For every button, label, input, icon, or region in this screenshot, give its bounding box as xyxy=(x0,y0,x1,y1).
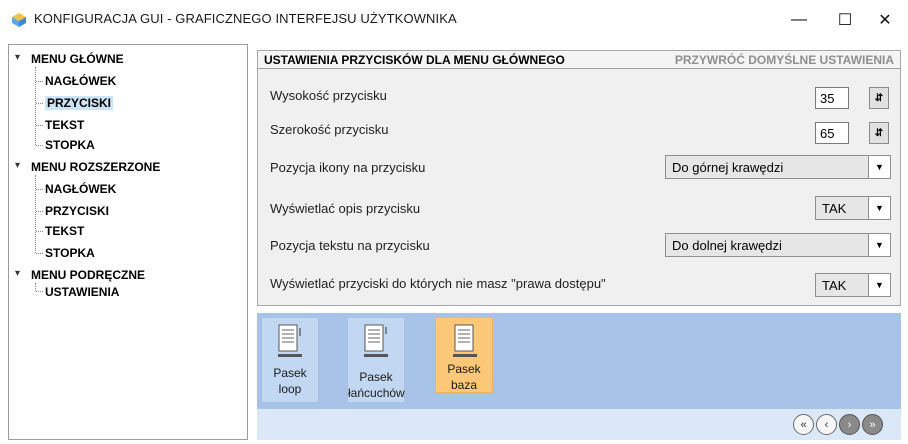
tile-label-line2: loop xyxy=(278,382,302,396)
tree-item-stopka[interactable]: STOPKA xyxy=(45,246,95,260)
collapse-icon[interactable]: ▾ xyxy=(15,268,20,279)
tree-group-menu-rozszerzone[interactable]: MENU ROZSZERZONE xyxy=(31,160,160,174)
chevron-left-icon: ‹ xyxy=(824,418,829,431)
spinner-arrows-icon: ⇵ xyxy=(874,127,884,139)
pager-bar: « ‹ › » xyxy=(257,409,901,440)
title-bar: KONFIGURACJA GUI - GRAFICZNEGO INTERFEJS… xyxy=(0,0,908,40)
next-page-button[interactable]: › xyxy=(839,414,860,435)
double-chevron-left-icon: « xyxy=(800,418,807,431)
tree-connector xyxy=(36,103,43,104)
button-height-label: Wysokość przycisku xyxy=(270,88,387,103)
last-page-button[interactable]: » xyxy=(862,414,883,435)
show-restricted-buttons-select[interactable]: TAK ▼ xyxy=(815,273,891,297)
tree-connector xyxy=(35,283,36,291)
tree-connector xyxy=(35,67,36,145)
tree-item-label: USTAWIENIA xyxy=(45,285,120,299)
window-title: KONFIGURACJA GUI - GRAFICZNEGO INTERFEJS… xyxy=(34,11,457,26)
pasek-baza-button[interactable]: Pasek baza xyxy=(435,317,493,393)
dropdown-arrow-icon: ▼ xyxy=(868,234,890,256)
close-button[interactable]: ✕ xyxy=(862,0,908,40)
tree-item-przyciski[interactable]: PRZYCISKI xyxy=(45,204,109,218)
tree-item-przyciski-selected[interactable]: PRZYCISKI xyxy=(45,96,114,110)
show-restricted-buttons-value: TAK xyxy=(822,278,847,293)
tree-connector xyxy=(36,145,43,146)
tree-connector xyxy=(36,211,43,212)
tile-label-line2: baza xyxy=(450,378,478,392)
show-restricted-buttons-label: Wyświetlać przyciski do których nie masz… xyxy=(270,276,606,291)
tile-label-line1: Pasek xyxy=(447,362,481,376)
dropdown-arrow-icon: ▼ xyxy=(868,274,890,296)
tree-connector xyxy=(36,253,43,254)
app-logo-icon xyxy=(12,13,26,27)
text-position-select[interactable]: Do dolnej krawędzi ▼ xyxy=(665,233,891,257)
text-position-label: Pozycja tekstu na przycisku xyxy=(270,238,430,253)
button-width-input[interactable]: 65 xyxy=(815,122,849,144)
tree-connector xyxy=(36,231,43,232)
tree-item-tekst[interactable]: TEKST xyxy=(45,118,84,132)
text-position-value: Do dolnej krawędzi xyxy=(672,238,782,253)
pasek-lancuchow-button[interactable]: Pasek łańcuchów xyxy=(347,317,405,403)
document-icon xyxy=(453,324,477,357)
spinner-arrows-icon: ⇵ xyxy=(874,92,884,104)
document-icon xyxy=(364,324,388,357)
tree-item-label: PRZYCISKI xyxy=(45,96,114,110)
tree-item-label: TEKST xyxy=(45,224,85,238)
tree-connector xyxy=(36,189,43,190)
tree-group-menu-podreczne[interactable]: MENU PODRĘCZNE xyxy=(31,268,145,282)
tree-connector xyxy=(36,125,43,126)
tree-item-stopka[interactable]: STOPKA xyxy=(45,138,95,152)
button-height-spinner[interactable]: ⇵ xyxy=(869,87,889,109)
dropdown-arrow-icon: ▼ xyxy=(868,197,890,219)
tree-group-menu-glowne[interactable]: MENU GŁÓWNE xyxy=(31,52,124,66)
icon-position-label: Pozycja ikony na przycisku xyxy=(270,160,426,175)
restore-defaults-link[interactable]: PRZYWRÓĆ DOMYŚLNE USTAWIENIA xyxy=(675,53,894,67)
icon-position-value: Do górnej krawędzi xyxy=(672,160,784,175)
document-icon xyxy=(278,324,302,357)
tree-item-tekst[interactable]: TEKST xyxy=(45,224,84,238)
menu-tree: ▾ MENU GŁÓWNE NAGŁÓWEK PRZYCISKI TEKST S… xyxy=(8,44,248,440)
tree-item-label: TEKST xyxy=(45,118,85,132)
button-width-label: Szerokość przycisku xyxy=(270,122,389,137)
show-description-label: Wyświetlać opis przycisku xyxy=(270,201,421,216)
tree-connector xyxy=(36,291,43,292)
previous-page-button[interactable]: ‹ xyxy=(816,414,837,435)
icon-position-select[interactable]: Do górnej krawędzi ▼ xyxy=(665,155,891,179)
tile-label-line1: Pasek xyxy=(273,366,307,380)
tree-group-label: MENU PODRĘCZNE xyxy=(31,268,146,282)
tree-connector xyxy=(36,81,43,82)
show-description-value: TAK xyxy=(822,201,847,216)
button-height-input[interactable]: 35 xyxy=(815,87,849,109)
tree-item-naglowek[interactable]: NAGŁÓWEK xyxy=(45,74,116,88)
pasek-loop-button[interactable]: Pasek loop xyxy=(261,317,319,403)
settings-title: USTAWIENIA PRZYCISKÓW DLA MENU GŁÓWNEGO xyxy=(264,53,565,67)
button-width-spinner[interactable]: ⇵ xyxy=(869,122,889,144)
settings-header: USTAWIENIA PRZYCISKÓW DLA MENU GŁÓWNEGO … xyxy=(258,51,900,69)
tree-item-label: STOPKA xyxy=(45,246,95,260)
tree-item-label: PRZYCISKI xyxy=(45,204,110,218)
button-preview-strip: Pasek loop Pasek łańcuchów Pasek baza xyxy=(257,313,901,409)
tree-item-naglowek[interactable]: NAGŁÓWEK xyxy=(45,182,116,196)
first-page-button[interactable]: « xyxy=(793,414,814,435)
chevron-right-icon: › xyxy=(847,418,852,431)
show-description-select[interactable]: TAK ▼ xyxy=(815,196,891,220)
tile-label-line2: łańcuchów xyxy=(348,386,405,400)
tree-group-label: MENU GŁÓWNE xyxy=(31,52,124,66)
tree-item-ustawienia[interactable]: USTAWIENIA xyxy=(45,285,119,299)
tree-group-label: MENU ROZSZERZONE xyxy=(31,160,161,174)
tree-item-label: NAGŁÓWEK xyxy=(45,74,117,88)
tree-connector xyxy=(35,175,36,253)
double-chevron-right-icon: » xyxy=(869,418,876,431)
collapse-icon[interactable]: ▾ xyxy=(15,52,20,63)
settings-panel: USTAWIENIA PRZYCISKÓW DLA MENU GŁÓWNEGO … xyxy=(257,50,901,306)
tile-label-line1: Pasek xyxy=(359,370,393,384)
tree-item-label: NAGŁÓWEK xyxy=(45,182,117,196)
dropdown-arrow-icon: ▼ xyxy=(868,156,890,178)
tree-item-label: STOPKA xyxy=(45,138,95,152)
collapse-icon[interactable]: ▾ xyxy=(15,160,20,171)
minimize-button[interactable]: — xyxy=(776,0,822,40)
